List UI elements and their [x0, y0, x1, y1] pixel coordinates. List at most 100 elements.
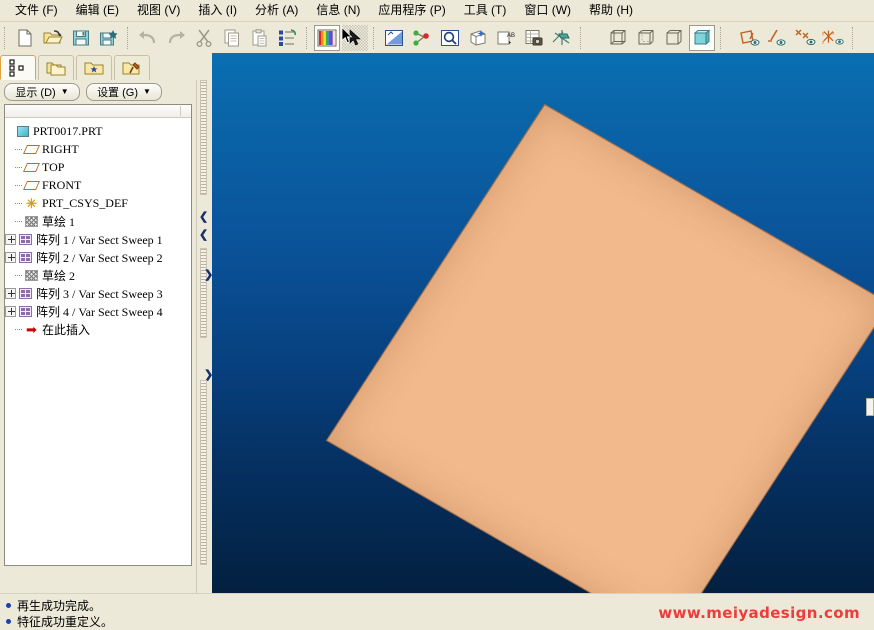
- menu-help[interactable]: 帮助 (H): [580, 1, 642, 20]
- model-tree-list-container[interactable]: PRT0017.PRT RIGHT TOP FRONT ✳ PRT_CSYS_D…: [4, 104, 192, 566]
- tree-item-insert-here[interactable]: ➡ 在此插入: [5, 320, 191, 338]
- expand-plus-icon[interactable]: [5, 287, 16, 299]
- zoom-magnifier-icon: [441, 29, 459, 46]
- menu-file[interactable]: 文件 (F): [6, 1, 67, 20]
- tree-item-sketch-1[interactable]: 草绘 1: [5, 212, 191, 230]
- toolbar-separator: [373, 26, 376, 49]
- menu-edit[interactable]: 编辑 (E): [67, 1, 128, 20]
- tree-connector: [15, 176, 24, 194]
- tree-item-front-plane[interactable]: FRONT: [5, 176, 191, 194]
- folder-browser-icon: [46, 62, 66, 76]
- save-a-copy-button[interactable]: [96, 25, 122, 51]
- tree-item-label: 阵列 2 / Var Sect Sweep 2: [36, 250, 163, 265]
- toolbar-separator: [306, 26, 309, 49]
- splitter-grip-middle[interactable]: [200, 248, 207, 338]
- tree-item-label: 阵列 3 / Var Sect Sweep 3: [36, 286, 163, 301]
- copy-button[interactable]: [219, 25, 245, 51]
- message-bullet-icon: [6, 602, 11, 608]
- tree-item-pattern-2[interactable]: 阵列 2 / Var Sect Sweep 2: [5, 248, 191, 266]
- plane-icon: [22, 178, 41, 192]
- part-icon: [15, 124, 30, 138]
- wireframe-button[interactable]: [605, 25, 631, 51]
- paint-view-icon: [385, 29, 403, 46]
- tree-connector: [15, 320, 24, 338]
- menu-window[interactable]: 窗口 (W): [515, 1, 580, 20]
- expand-plus-icon[interactable]: [5, 305, 16, 317]
- relations-button[interactable]: [409, 25, 435, 51]
- view-manager-button[interactable]: [381, 25, 407, 51]
- datum-csys-display-icon: y x z: [822, 30, 844, 45]
- woven-mesh-model[interactable]: [325, 103, 874, 593]
- splitter-grip-upper[interactable]: [200, 80, 207, 195]
- chevron-down-icon: ▼: [143, 87, 151, 96]
- redo-icon: [168, 30, 185, 43]
- arrow-select-icon: [349, 28, 361, 45]
- pattern-icon: [18, 232, 33, 246]
- menu-insert[interactable]: 插入 (I): [189, 1, 246, 20]
- expand-plus-icon[interactable]: [5, 251, 16, 263]
- save-button[interactable]: [68, 25, 94, 51]
- insert-here-icon: ➡: [26, 321, 37, 337]
- tree-show-button[interactable]: 显示 (D) ▼: [4, 83, 80, 101]
- datum-axes-toggle[interactable]: [765, 25, 791, 51]
- tree-item-csys[interactable]: ✳ PRT_CSYS_DEF: [5, 194, 191, 212]
- hidden-line-button[interactable]: [633, 25, 659, 51]
- tree-settings-button[interactable]: 设置 (G) ▼: [86, 83, 162, 101]
- tree-column-header: [5, 105, 191, 118]
- zoom-in-button[interactable]: [437, 25, 463, 51]
- splitter-collapse-arrow-2[interactable]: ❮: [199, 230, 208, 241]
- tree-item-label: FRONT: [42, 177, 82, 192]
- menu-analysis[interactable]: 分析 (A): [246, 1, 307, 20]
- menu-bar: 文件 (F) 编辑 (E) 视图 (V) 插入 (I) 分析 (A) 信息 (N…: [0, 0, 874, 22]
- tree-item-pattern-3[interactable]: 阵列 3 / Var Sect Sweep 3: [5, 284, 191, 302]
- menu-applications[interactable]: 应用程序 (P): [369, 1, 454, 20]
- no-hidden-button[interactable]: [661, 25, 687, 51]
- panel-splitter[interactable]: ❮ ❮ ❯ ❯: [196, 80, 213, 593]
- undo-button[interactable]: [135, 25, 161, 51]
- tab-folder-browser[interactable]: [38, 55, 74, 80]
- paste-button[interactable]: [247, 25, 273, 51]
- tree-item-pattern-1[interactable]: 阵列 1 / Var Sect Sweep 1: [5, 230, 191, 248]
- redo-button[interactable]: [163, 25, 189, 51]
- new-file-button[interactable]: [12, 25, 38, 51]
- tree-item-right-plane[interactable]: RIGHT: [5, 140, 191, 158]
- cut-button[interactable]: [191, 25, 217, 51]
- spin-center-button[interactable]: [549, 25, 575, 51]
- tree-connector: [15, 140, 24, 158]
- splitter-collapse-arrow-1[interactable]: ❮: [199, 212, 208, 223]
- select-arrow-button[interactable]: [342, 24, 368, 51]
- tree-item-pattern-4[interactable]: 阵列 4 / Var Sect Sweep 4: [5, 302, 191, 320]
- menu-info[interactable]: 信息 (N): [307, 1, 369, 20]
- menu-tools[interactable]: 工具 (T): [455, 1, 516, 20]
- new-file-icon: [18, 29, 32, 46]
- splitter-grip-lower[interactable]: [200, 380, 207, 565]
- viewport-edge-marker[interactable]: [866, 398, 874, 416]
- datum-points-toggle[interactable]: [793, 25, 819, 51]
- pattern-icon: [18, 304, 33, 318]
- tree-item-part[interactable]: PRT0017.PRT: [5, 122, 191, 140]
- tab-favorites[interactable]: [76, 55, 112, 80]
- tab-model-tree[interactable]: [0, 55, 36, 80]
- save-as-icon: [100, 29, 118, 45]
- tab-connections[interactable]: [114, 55, 150, 80]
- menu-view[interactable]: 视图 (V): [128, 1, 189, 20]
- appearance-gallery-button[interactable]: [314, 24, 340, 51]
- tree-item-sketch-2[interactable]: 草绘 2: [5, 266, 191, 284]
- table-capture-button[interactable]: [521, 25, 547, 51]
- tree-item-label: PRT0017.PRT: [33, 123, 103, 138]
- paste-special-button[interactable]: [275, 25, 301, 51]
- plane-icon: [22, 160, 41, 174]
- tree-item-top-plane[interactable]: TOP: [5, 158, 191, 176]
- graphics-viewport[interactable]: [212, 53, 874, 593]
- expand-plus-icon[interactable]: [5, 233, 16, 245]
- shading-button[interactable]: [689, 24, 715, 51]
- open-file-button[interactable]: [40, 25, 66, 51]
- datum-planes-toggle[interactable]: [737, 25, 763, 51]
- datum-plane-button[interactable]: [465, 25, 491, 51]
- annotation-button[interactable]: AB: [493, 25, 519, 51]
- datum-csys-toggle[interactable]: y x z: [821, 25, 847, 51]
- message-text: 再生成功完成。: [17, 598, 102, 613]
